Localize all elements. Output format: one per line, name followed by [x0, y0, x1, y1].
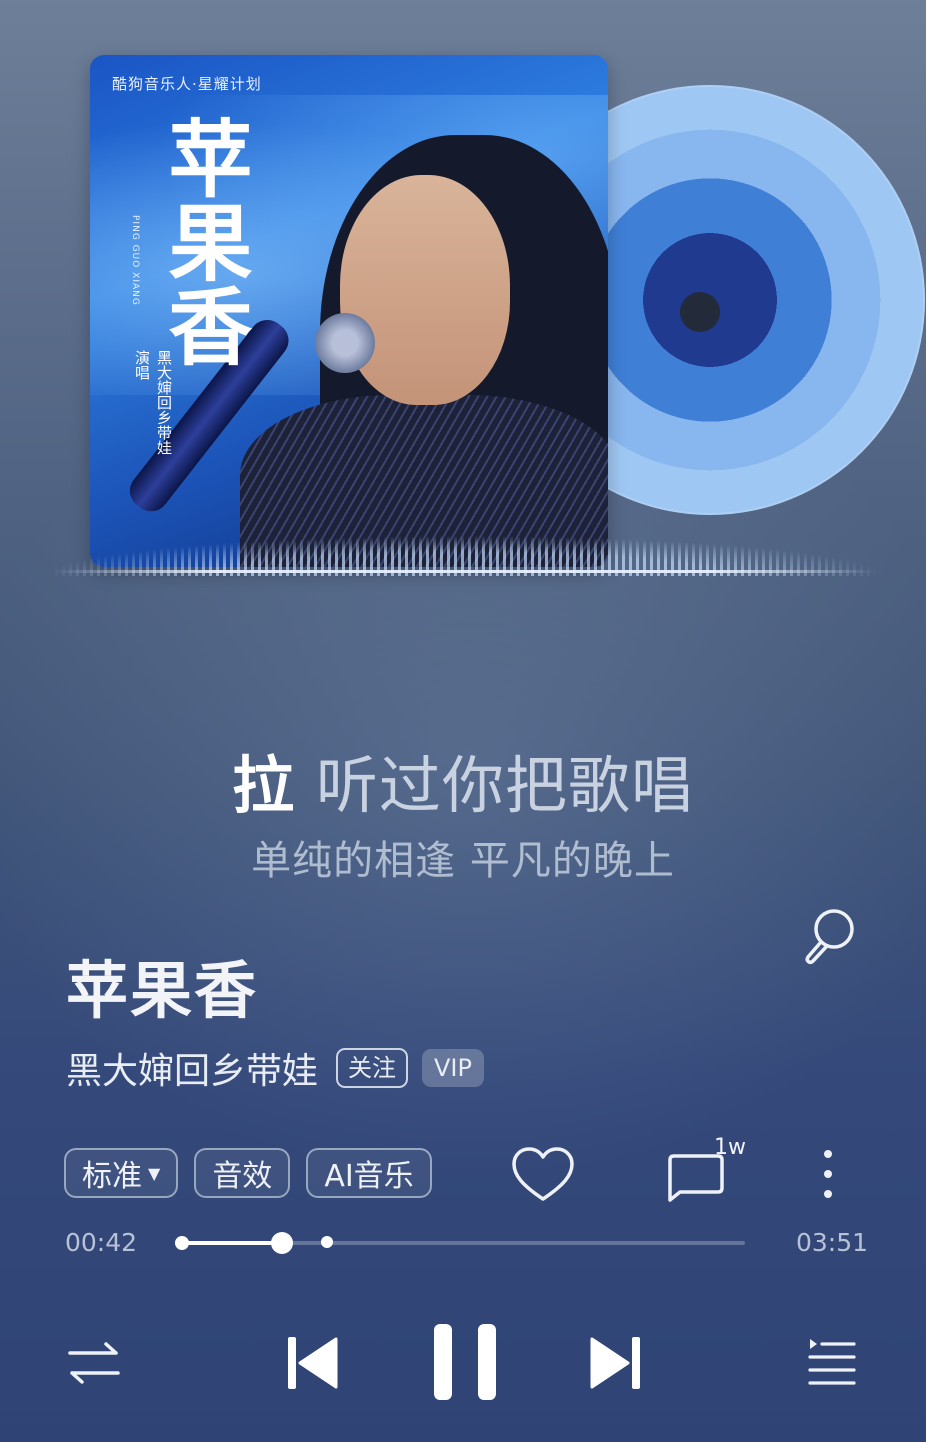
cover-singer-face	[340, 175, 510, 405]
lyric-current-line[interactable]: 拉 听过你把歌唱	[0, 735, 926, 825]
sound-effects-button[interactable]: 音效	[194, 1148, 291, 1198]
progress-handle[interactable]	[270, 1232, 293, 1254]
song-title: 苹果香	[66, 954, 259, 1027]
karaoke-mic-icon[interactable]	[800, 905, 860, 965]
sound-effects-label: 音效	[212, 1159, 273, 1194]
cover-singer-label: 演唱	[133, 350, 151, 380]
vip-badge[interactable]: VIP	[422, 1049, 484, 1087]
more-icon[interactable]	[815, 1148, 841, 1204]
quality-button[interactable]: 标准 ▼	[64, 1148, 179, 1198]
vinyl-center	[680, 292, 720, 332]
artist-row: 黑大婶回乡带娃 关注 VIP	[66, 1042, 484, 1094]
comment-count: 1w	[714, 1135, 746, 1160]
progress-start-dot	[175, 1236, 189, 1250]
quality-label: 标准	[82, 1159, 142, 1194]
follow-button[interactable]: 关注	[336, 1048, 409, 1088]
lyric-remaining-part: 听过你把歌唱	[315, 749, 694, 822]
cover-title: 苹果香	[155, 115, 254, 367]
pause-icon[interactable]	[432, 1322, 498, 1402]
current-time: 00:42	[65, 1228, 138, 1257]
total-time: 03:51	[796, 1228, 869, 1257]
album-cover[interactable]: 酷狗音乐人·星耀计划 苹果香 PING GUO XIANG 黑大婶回乡带娃 演唱	[90, 55, 608, 567]
audio-wave-baseline	[55, 570, 875, 573]
progress-slider[interactable]	[175, 1232, 745, 1254]
audio-options-row: 标准 ▼ 音效 AI音乐	[64, 1148, 448, 1198]
audio-wave-visualizer	[55, 528, 875, 576]
playlist-icon[interactable]	[806, 1335, 858, 1387]
previous-icon[interactable]	[286, 1333, 340, 1393]
cover-tagline: 酷狗音乐人·星耀计划	[112, 75, 262, 93]
progress-buffer-dot	[320, 1236, 333, 1248]
cover-microphone-head	[315, 313, 375, 373]
cover-pinyin: PING GUO XIANG	[130, 215, 140, 306]
caret-down-icon: ▼	[148, 1163, 161, 1183]
loop-icon[interactable]	[66, 1340, 122, 1386]
next-icon[interactable]	[588, 1333, 642, 1393]
album-art-area[interactable]: 酷狗音乐人·星耀计划 苹果香 PING GUO XIANG 黑大婶回乡带娃 演唱	[90, 55, 925, 575]
progress-played	[180, 1241, 282, 1245]
artist-name[interactable]: 黑大婶回乡带娃	[66, 1042, 318, 1094]
ai-music-button[interactable]: AI音乐	[306, 1148, 432, 1198]
cover-artist: 黑大婶回乡带娃	[155, 350, 173, 455]
ai-music-label: AI音乐	[324, 1159, 414, 1194]
heart-icon[interactable]	[510, 1145, 576, 1205]
lyric-sung-part: 拉	[232, 749, 296, 822]
lyric-next-line[interactable]: 单纯的相逢 平凡的晚上	[0, 828, 926, 886]
